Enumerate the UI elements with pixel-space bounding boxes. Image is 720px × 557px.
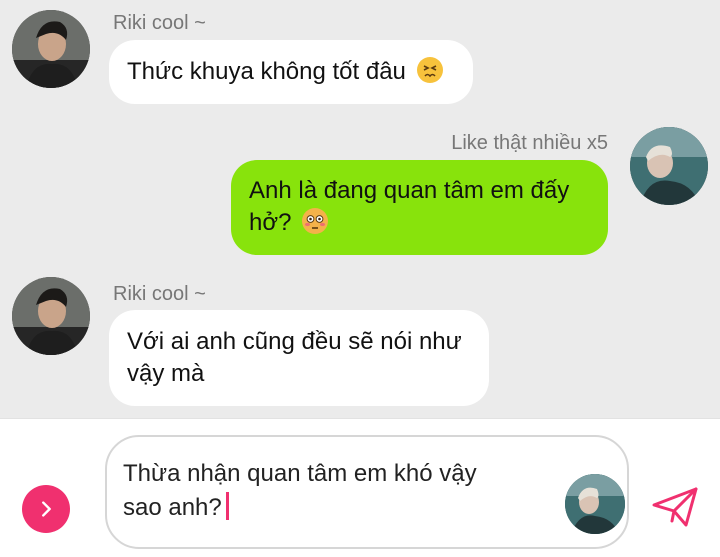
outgoing-message-bubble[interactable]: Anh là đang quan tâm em đấy hở? xyxy=(231,160,608,255)
paper-plane-icon xyxy=(652,487,698,527)
input-line: sao anh? xyxy=(123,494,222,521)
persevering-face-icon xyxy=(416,57,443,83)
input-line: Thừa nhận quan tâm em khó vậy xyxy=(123,460,477,487)
message-input[interactable]: Thừa nhận quan tâm em khó vậy sao anh? xyxy=(105,435,629,549)
send-button[interactable] xyxy=(650,485,700,529)
message-line: hở? xyxy=(249,209,292,236)
riki-avatar[interactable] xyxy=(12,10,90,88)
flushed-face-icon xyxy=(302,208,329,234)
message-line: vậy mà xyxy=(127,360,205,387)
chat-thread[interactable]: Riki cool ~ Thức khuya không tốt đâu Lik… xyxy=(0,0,720,418)
sender-name: Like thật nhiều x5 xyxy=(451,132,608,154)
message-text: Thức khuya không tốt đâu xyxy=(127,58,406,85)
sender-name: Riki cool ~ xyxy=(113,283,206,305)
riki-avatar[interactable] xyxy=(12,277,90,355)
composer-bar: Thừa nhận quan tâm em khó vậy sao anh? xyxy=(0,418,720,557)
next-button[interactable] xyxy=(22,485,70,533)
message-line: Anh là đang quan tâm em đấy xyxy=(249,177,570,204)
incoming-message-bubble[interactable]: Thức khuya không tốt đâu xyxy=(109,40,473,104)
incoming-message-bubble[interactable]: Với ai anh cũng đều sẽ nói như vậy mà xyxy=(109,310,489,406)
chevron-right-icon xyxy=(42,501,51,517)
text-caret xyxy=(225,492,229,520)
my-avatar[interactable] xyxy=(630,127,708,205)
sender-name: Riki cool ~ xyxy=(113,12,206,34)
character-avatar-selector[interactable] xyxy=(565,474,625,534)
message-line: Với ai anh cũng đều sẽ nói như xyxy=(127,328,462,355)
